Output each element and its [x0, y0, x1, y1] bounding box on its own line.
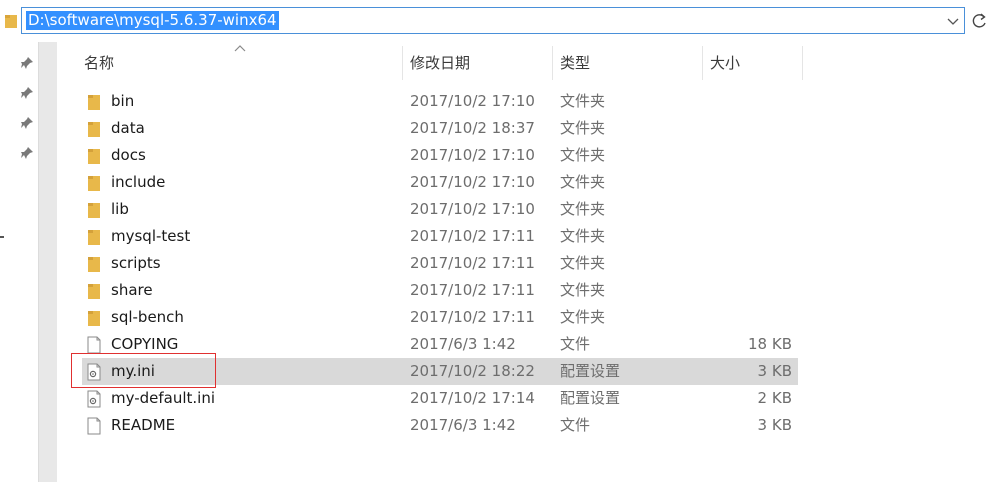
file-name: include: [111, 173, 166, 191]
file-row[interactable]: docs 2017/10/2 17:10 文件夹: [82, 142, 798, 169]
column-header-type[interactable]: 类型: [560, 42, 702, 80]
file-row[interactable]: share 2017/10/2 17:11 文件夹: [82, 277, 798, 304]
file-type: 配置设置: [560, 362, 621, 380]
file-modified-date: 2017/10/2 17:11: [410, 281, 535, 299]
file-type: 文件夹: [560, 92, 606, 110]
file-name: docs: [111, 146, 146, 164]
file-name: my-default.ini: [111, 389, 216, 407]
file-name: scripts: [111, 254, 161, 272]
address-input[interactable]: D:\software\mysql-5.6.37-winx64: [21, 7, 965, 34]
config-file-icon: [86, 363, 102, 381]
nav-pane-edge-marker: [0, 236, 4, 238]
file-type: 文件夹: [560, 281, 606, 299]
file-row[interactable]: lib 2017/10/2 17:10 文件夹: [82, 196, 798, 223]
file-modified-date: 2017/10/2 18:37: [410, 119, 535, 137]
column-separator[interactable]: [702, 46, 703, 80]
file-type: 文件夹: [560, 173, 606, 191]
file-type: 文件: [560, 416, 591, 434]
file-modified-date: 2017/10/2 17:11: [410, 227, 535, 245]
folder-icon: [86, 228, 102, 246]
pin-icon[interactable]: [20, 146, 34, 160]
file-icon: [86, 417, 102, 435]
file-row[interactable]: COPYING 2017/6/3 1:42 文件 18 KB: [82, 331, 798, 358]
file-row[interactable]: scripts 2017/10/2 17:11 文件夹: [82, 250, 798, 277]
file-modified-date: 2017/10/2 17:10: [410, 173, 535, 191]
folder-icon: [86, 282, 102, 300]
file-type: 文件夹: [560, 308, 606, 326]
file-size: 3 KB: [757, 362, 792, 380]
folder-icon: [86, 120, 102, 138]
file-name: README: [111, 416, 176, 434]
navigation-scrollbar[interactable]: [38, 42, 57, 482]
column-header-name[interactable]: 名称: [84, 42, 402, 80]
file-type: 文件夹: [560, 200, 606, 218]
file-type: 文件夹: [560, 227, 606, 245]
file-name: share: [111, 281, 153, 299]
file-row[interactable]: my-default.ini 2017/10/2 17:14 配置设置 2 KB: [82, 385, 798, 412]
column-header-size[interactable]: 大小: [710, 42, 802, 80]
folder-icon: [86, 147, 102, 165]
navigation-pane: [0, 42, 40, 482]
file-name: COPYING: [111, 335, 179, 353]
file-modified-date: 2017/10/2 18:22: [410, 362, 535, 380]
folder-icon: [5, 15, 17, 28]
file-modified-date: 2017/10/2 17:10: [410, 200, 535, 218]
file-size: 2 KB: [757, 389, 792, 407]
file-size: 18 KB: [748, 335, 792, 353]
file-row[interactable]: include 2017/10/2 17:10 文件夹: [82, 169, 798, 196]
file-name: mysql-test: [111, 227, 191, 245]
file-list: 名称 修改日期 类型 大小 bin 2017/10/2 17:10 文件夹 data 2…: [57, 42, 991, 482]
file-name: bin: [111, 92, 135, 110]
column-separator[interactable]: [802, 46, 803, 80]
file-modified-date: 2017/10/2 17:10: [410, 92, 535, 110]
address-bar-row: D:\software\mysql-5.6.37-winx64: [0, 0, 991, 42]
file-type: 文件: [560, 335, 591, 353]
file-name: data: [111, 119, 145, 137]
file-row[interactable]: my.ini 2017/10/2 18:22 配置设置 3 KB: [82, 358, 798, 385]
file-row[interactable]: data 2017/10/2 18:37 文件夹: [82, 115, 798, 142]
file-type: 文件夹: [560, 119, 606, 137]
file-size: 3 KB: [757, 416, 792, 434]
folder-icon: [86, 93, 102, 111]
file-row[interactable]: README 2017/6/3 1:42 文件 3 KB: [82, 412, 798, 439]
file-type: 文件夹: [560, 254, 606, 272]
file-modified-date: 2017/6/3 1:42: [410, 335, 516, 353]
chevron-down-icon[interactable]: [946, 12, 960, 30]
config-file-icon: [86, 390, 102, 408]
file-type: 配置设置: [560, 389, 621, 407]
file-type: 文件夹: [560, 146, 606, 164]
refresh-icon[interactable]: [969, 8, 989, 34]
address-path-text: D:\software\mysql-5.6.37-winx64: [26, 11, 279, 30]
column-separator[interactable]: [552, 46, 553, 80]
folder-icon: [86, 309, 102, 327]
folder-icon: [86, 174, 102, 192]
column-separator[interactable]: [402, 46, 403, 80]
file-row[interactable]: sql-bench 2017/10/2 17:11 文件夹: [82, 304, 798, 331]
pin-icon[interactable]: [20, 56, 34, 70]
file-name: lib: [111, 200, 129, 218]
file-explorer-window: D:\software\mysql-5.6.37-winx64 名称 修改日期 …: [0, 0, 991, 482]
folder-icon: [86, 255, 102, 273]
column-header-date[interactable]: 修改日期: [410, 42, 552, 80]
column-header-row: 名称 修改日期 类型 大小: [57, 42, 803, 80]
file-icon: [86, 336, 102, 354]
file-name: my.ini: [111, 362, 155, 380]
pin-icon[interactable]: [20, 116, 34, 130]
file-modified-date: 2017/10/2 17:11: [410, 308, 535, 326]
file-row[interactable]: bin 2017/10/2 17:10 文件夹: [82, 88, 798, 115]
file-modified-date: 2017/6/3 1:42: [410, 416, 516, 434]
file-row[interactable]: mysql-test 2017/10/2 17:11 文件夹: [82, 223, 798, 250]
pin-icon[interactable]: [20, 86, 34, 100]
file-modified-date: 2017/10/2 17:14: [410, 389, 535, 407]
folder-icon: [86, 201, 102, 219]
file-modified-date: 2017/10/2 17:10: [410, 146, 535, 164]
file-name: sql-bench: [111, 308, 184, 326]
file-modified-date: 2017/10/2 17:11: [410, 254, 535, 272]
